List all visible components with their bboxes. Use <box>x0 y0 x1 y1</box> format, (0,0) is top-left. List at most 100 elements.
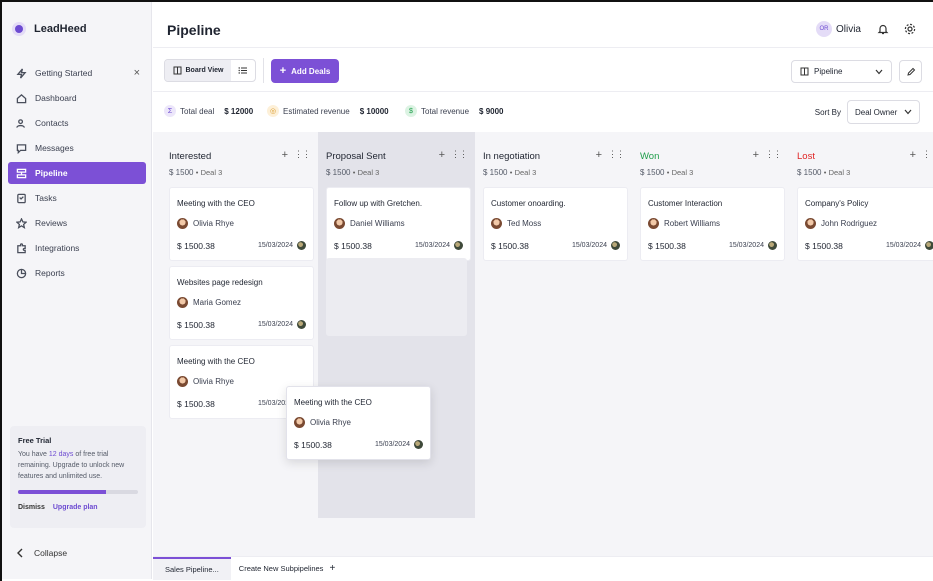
column-title: Interested <box>169 151 212 162</box>
deal-title: Company's Policy <box>805 199 869 208</box>
add-card-icon[interactable]: + <box>753 149 759 161</box>
add-deals-button[interactable]: + Add Deals <box>271 59 339 83</box>
deal-owner: Maria Gomez <box>177 297 241 308</box>
column-deal-count: Deal 3 <box>828 168 851 177</box>
owner-name: Olivia Rhye <box>193 377 234 386</box>
sort-select[interactable]: Deal Owner <box>847 100 920 124</box>
pipeline-select[interactable]: Pipeline <box>791 60 892 83</box>
sidebar-item-label: Dashboard <box>35 93 77 103</box>
board-view-button[interactable]: Board View <box>165 60 231 81</box>
sidebar-item-tasks[interactable]: Tasks <box>8 187 146 209</box>
collapse-button[interactable]: Collapse <box>16 548 67 558</box>
drag-handle-icon[interactable]: ⋮⋮ <box>294 149 311 161</box>
column-meta: $ 1500 • Deal 3 <box>169 168 222 177</box>
avatar <box>177 297 188 308</box>
add-card-icon[interactable]: + <box>910 149 916 161</box>
tab-sales-pipeline[interactable]: Sales Pipeline... <box>153 556 231 580</box>
column-title: Lost <box>797 151 815 162</box>
trial-progress-fill <box>18 490 106 494</box>
board-view-label: Board View <box>185 67 224 74</box>
stat-label: Total revenue <box>421 106 470 116</box>
column-amount: $ 1500 <box>326 168 351 177</box>
stats-bar: Σ Total deal $ 12000 ◎ Estimated revenue… <box>153 92 933 132</box>
sidebar-item-reports[interactable]: Reports <box>8 262 146 284</box>
sidebar-nav: Getting Started × Dashboard Contacts Mes… <box>8 62 146 287</box>
assignee-avatar <box>454 241 463 250</box>
deal-card[interactable]: Customer onoarding. Ted Moss $ 1500.38 1… <box>483 187 628 261</box>
deal-owner: Daniel Williams <box>334 218 405 229</box>
deal-card[interactable]: Websites page redesign Maria Gomez $ 150… <box>169 266 314 340</box>
logo-icon <box>12 22 26 36</box>
bell-icon[interactable] <box>877 23 889 35</box>
deal-card[interactable]: Meeting with the CEO Olivia Rhye $ 1500.… <box>169 187 314 261</box>
user-menu[interactable]: OR Olivia <box>815 21 861 37</box>
column-meta: $ 1500 • Deal 3 <box>326 168 379 177</box>
users-icon <box>16 118 25 128</box>
avatar <box>648 218 659 229</box>
view-toggle: Board View <box>164 59 256 82</box>
avatar <box>177 376 188 387</box>
column-dot: • <box>195 168 199 177</box>
deal-title: Meeting with the CEO <box>294 398 372 407</box>
deal-date: 15/03/2024 <box>414 242 450 249</box>
create-subpipeline-button[interactable]: Create New Subpipelines + <box>231 557 343 580</box>
deal-title: Websites page redesign <box>177 278 263 287</box>
deal-card[interactable]: Company's Policy John Rodriguez $ 1500.3… <box>797 187 933 261</box>
add-card-icon[interactable]: + <box>596 149 602 161</box>
sidebar-item-label: Messages <box>35 143 74 153</box>
page-title: Pipeline <box>167 22 221 38</box>
deal-card[interactable]: Customer Interaction Robert Williams $ 1… <box>640 187 785 261</box>
sidebar-item-dashboard[interactable]: Dashboard <box>8 87 146 109</box>
board-icon <box>800 67 809 76</box>
pipeline-column[interactable]: In negotiation $ 1500 • Deal 3 + ⋮⋮ Cust… <box>475 132 632 556</box>
deal-owner: John Rodriguez <box>805 218 877 229</box>
column-deal-count: Deal 3 <box>357 168 380 177</box>
drag-handle-icon[interactable]: ⋮⋮ <box>451 149 468 161</box>
column-dot: • <box>352 168 356 177</box>
trial-title: Free Trial <box>18 436 52 445</box>
dragging-deal-card[interactable]: Meeting with the CEO Olivia Rhye $ 1500.… <box>286 386 431 460</box>
sidebar-item-reviews[interactable]: Reviews <box>8 212 146 234</box>
dismiss-button[interactable]: Dismiss <box>18 504 45 511</box>
sidebar-item-contacts[interactable]: Contacts <box>8 112 146 134</box>
deal-owner: Olivia Rhye <box>177 218 234 229</box>
pipeline-column[interactable]: Lost $ 1500 • Deal 3 + ⋮⋮ Company's Poli… <box>789 132 933 556</box>
column-dot: • <box>509 168 513 177</box>
sidebar-item-integrations[interactable]: Integrations <box>8 237 146 259</box>
list-view-button[interactable] <box>231 60 255 81</box>
sidebar-item-getting-started[interactable]: Getting Started × <box>8 62 146 84</box>
column-meta: $ 1500 • Deal 3 <box>640 168 693 177</box>
sidebar-item-messages[interactable]: Messages <box>8 137 146 159</box>
sidebar-item-label: Reviews <box>35 218 68 228</box>
deal-date: 15/03/2024 <box>257 242 293 249</box>
sidebar-item-pipeline[interactable]: Pipeline <box>8 162 146 184</box>
sidebar-item-label: Contacts <box>35 118 69 128</box>
assignee-avatar <box>414 440 423 449</box>
column-title: In negotiation <box>483 151 541 162</box>
edit-button[interactable] <box>899 60 922 83</box>
add-card-icon[interactable]: + <box>282 149 288 161</box>
deal-amount: $ 1500.38 <box>648 241 686 251</box>
deal-date: 15/03/2024 <box>257 321 293 328</box>
drag-handle-icon[interactable]: ⋮⋮ <box>765 149 782 161</box>
pipeline-column[interactable]: Won $ 1500 • Deal 3 + ⋮⋮ Customer Intera… <box>632 132 789 556</box>
drag-handle-icon[interactable]: ⋮⋮ <box>608 149 625 161</box>
pipeline-column[interactable]: Proposal Sent $ 1500 • Deal 3 + ⋮⋮ Follo… <box>318 132 475 518</box>
trial-text-before: You have <box>18 451 49 458</box>
column-actions: + ⋮⋮ <box>439 149 468 161</box>
column-actions: + ⋮⋮ <box>753 149 782 161</box>
close-icon[interactable]: × <box>134 67 140 79</box>
gear-icon[interactable] <box>904 23 916 35</box>
add-card-icon[interactable]: + <box>439 149 445 161</box>
topbar: Pipeline OR Olivia <box>153 2 933 48</box>
stat-label: Total deal <box>180 106 215 116</box>
brand[interactable]: LeadHeed <box>12 22 87 36</box>
upgrade-plan-button[interactable]: Upgrade plan <box>53 504 98 511</box>
deal-card[interactable]: Follow up with Gretchen. Daniel Williams… <box>326 187 471 261</box>
pipeline-column[interactable]: Interested $ 1500 • Deal 3 + ⋮⋮ Meeting … <box>161 132 318 556</box>
sort-label: Sort By <box>814 107 841 117</box>
trial-text: You have 12 days of free trial remaining… <box>18 449 138 482</box>
avatar <box>177 218 188 229</box>
drag-handle-icon[interactable]: ⋮⋮ <box>922 149 933 161</box>
deal-title: Meeting with the CEO <box>177 199 255 208</box>
